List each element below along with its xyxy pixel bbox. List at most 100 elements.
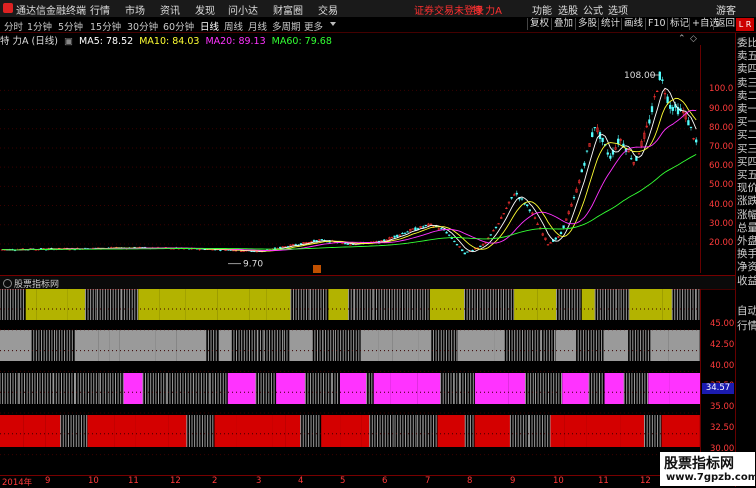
sidebar-item-20[interactable]: 行情 <box>737 320 756 333</box>
sidebar-item-1[interactable]: 卖五 <box>737 50 756 63</box>
band-gray <box>494 330 505 361</box>
price-tick: 60.00 <box>709 161 734 172</box>
stats-button[interactable]: 统计 <box>598 18 622 30</box>
band-magenta <box>648 373 670 404</box>
period-fenshi[interactable]: 分时 <box>4 19 23 33</box>
sidebar-toggle-badge[interactable]: L R <box>736 18 754 31</box>
candle-body <box>294 244 297 246</box>
period-multi[interactable]: 多周期 <box>272 19 301 33</box>
sidebar-item-14[interactable]: 总量 <box>737 222 756 235</box>
sidebar-item-4[interactable]: 卖二 <box>737 90 756 103</box>
menu-caifuquan[interactable]: 财富圈 <box>273 2 303 17</box>
band-gray <box>218 330 232 361</box>
watermark-url: www.7gpzb.com <box>666 472 756 483</box>
candlestick-chart[interactable]: 108.00 9.70 <box>0 45 700 273</box>
sidebar-item-9[interactable]: 买四 <box>737 156 756 169</box>
candle-body <box>466 251 469 253</box>
sidebar-item-12[interactable]: 涨跌 <box>737 195 756 208</box>
sidebar-item-7[interactable]: 买二 <box>737 129 756 142</box>
sidebar-item-11[interactable]: 现价 <box>737 182 756 195</box>
candle-body <box>393 235 396 238</box>
settings-diamond-icon[interactable]: ◇ <box>690 34 697 44</box>
sidebar-item-10[interactable]: 买五 <box>737 169 756 182</box>
band-gray <box>176 330 206 361</box>
candle-body <box>489 234 492 236</box>
menu-wenxiaoda[interactable]: 问小达 <box>228 2 258 17</box>
indicator-title-bar: 股票指标网 <box>0 275 735 290</box>
band-red <box>236 415 273 447</box>
indicator-settings-icon[interactable] <box>3 279 12 288</box>
candle-body <box>414 227 417 231</box>
indicator-current-value: 34.57 <box>702 383 734 394</box>
date-label: 4 <box>298 476 304 486</box>
back-button[interactable]: 返回 <box>713 18 737 30</box>
band-gray <box>289 330 313 361</box>
more-dropdown-icon[interactable] <box>330 22 336 26</box>
sidebar-item-8[interactable]: 买三 <box>737 143 756 156</box>
band-olive <box>537 289 557 320</box>
menu-hangqing[interactable]: 行情 <box>90 2 110 17</box>
multi-stock-button[interactable]: 多股 <box>575 18 599 30</box>
band-red <box>437 415 466 447</box>
band-red <box>272 415 286 447</box>
band-red <box>114 415 136 447</box>
menu-xuangu[interactable]: 选股 <box>558 2 578 17</box>
collapse-icon[interactable]: ⌃ <box>678 34 686 44</box>
menu-shichang[interactable]: 市场 <box>125 2 145 17</box>
period-15min[interactable]: 15分钟 <box>90 19 121 33</box>
sidebar-item-13[interactable]: 涨幅 <box>737 209 756 222</box>
band-red <box>620 415 645 447</box>
user-label[interactable]: 游客 <box>716 2 736 17</box>
price-tick: 40.00 <box>709 199 734 210</box>
candle-body <box>396 234 399 237</box>
candle-body <box>401 233 404 235</box>
price-tick: 70.00 <box>709 141 734 152</box>
indicator-bands[interactable] <box>0 289 700 475</box>
period-daily[interactable]: 日线 <box>200 19 219 33</box>
period-5min[interactable]: 5分钟 <box>58 19 83 33</box>
band-magenta <box>417 373 441 404</box>
sidebar-item-0[interactable]: 委比 <box>737 37 756 50</box>
mark-button[interactable]: 标记 <box>667 18 691 30</box>
sidebar-item-18[interactable]: 收益 <box>737 275 756 288</box>
watermark-title: 股票指标网 <box>664 456 734 472</box>
ma60-line <box>2 154 697 251</box>
menu-gongneng[interactable]: 功能 <box>532 2 552 17</box>
menu-xuanxiang[interactable]: 选项 <box>608 2 628 17</box>
candle-body <box>695 139 698 143</box>
f10-button[interactable]: F10 <box>645 18 668 30</box>
menu-zixun[interactable]: 资讯 <box>160 2 180 17</box>
draw-line-button[interactable]: 画线 <box>621 18 645 30</box>
period-60min[interactable]: 60分钟 <box>163 19 194 33</box>
menu-gongshi[interactable]: 公式 <box>583 2 603 17</box>
sidebar-item-3[interactable]: 卖三 <box>737 77 756 90</box>
sidebar-item-5[interactable]: 卖一 <box>737 103 756 116</box>
band-olive <box>67 289 86 320</box>
period-30min[interactable]: 30分钟 <box>127 19 158 33</box>
band-olive <box>36 289 68 320</box>
band-gray <box>418 330 431 361</box>
candle-body <box>609 155 612 159</box>
overlay-button[interactable]: 叠加 <box>551 18 575 30</box>
sidebar-item-17[interactable]: 净资 <box>737 261 756 274</box>
sidebar-item-2[interactable]: 卖四 <box>737 63 756 76</box>
period-1min[interactable]: 1分钟 <box>27 19 52 33</box>
sidebar-item-6[interactable]: 买一 <box>737 116 756 129</box>
menu-faxian[interactable]: 发现 <box>195 2 215 17</box>
band-magenta <box>339 373 367 404</box>
band-olive <box>514 289 538 320</box>
sidebar-item-19[interactable]: 自动 <box>737 305 756 318</box>
sidebar-item-16[interactable]: 换手 <box>737 248 756 261</box>
band-magenta <box>227 373 256 404</box>
menu-jiaoyi[interactable]: 交易 <box>318 2 338 17</box>
date-label: 2 <box>212 476 218 486</box>
period-more[interactable]: 更多 <box>304 19 323 33</box>
period-weekly[interactable]: 周线 <box>224 19 243 33</box>
date-label: 12 <box>640 476 651 486</box>
band-olive <box>629 289 663 320</box>
fuquan-button[interactable]: 复权 <box>527 18 551 30</box>
candle-body <box>440 228 443 230</box>
date-axis: 2014年 9 10 11 12 2 3 4 5 6 7 8 9 10 11 12 <box>0 475 735 488</box>
period-monthly[interactable]: 月线 <box>248 19 267 33</box>
sidebar-item-15[interactable]: 外盘 <box>737 235 756 248</box>
